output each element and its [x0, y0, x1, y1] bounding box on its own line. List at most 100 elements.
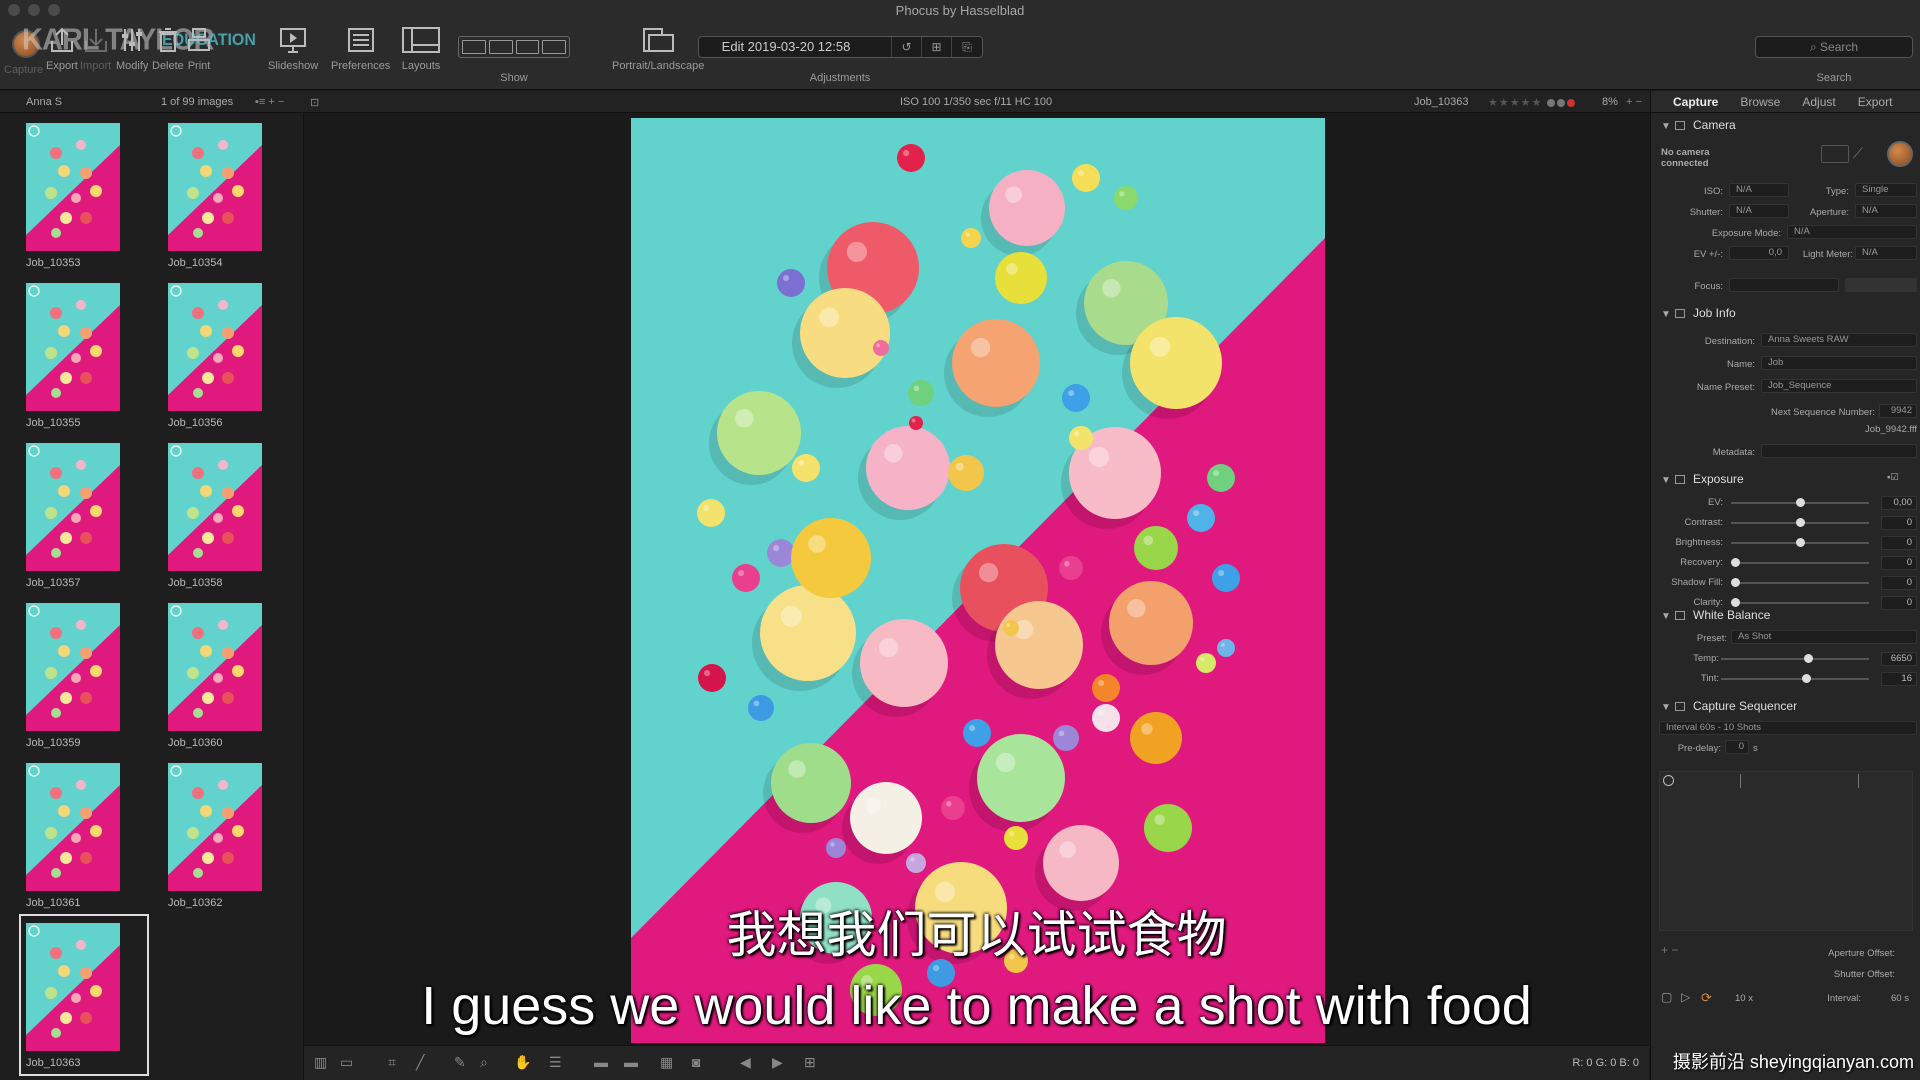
slider-value[interactable]: 0 [1881, 536, 1917, 550]
camera-section-header[interactable]: ▼ Camera [1651, 115, 1920, 135]
crop-tool-icon[interactable]: ⊡ [310, 96, 319, 109]
sequencer-stop-button[interactable]: ▢ [1661, 990, 1672, 1004]
add-remove-step-buttons[interactable]: + − [1661, 943, 1678, 957]
overlay-icon[interactable]: ◙ [692, 1054, 700, 1070]
light-meter-field[interactable]: N/A [1855, 246, 1917, 260]
adjust-slider[interactable] [1721, 654, 1869, 663]
sequencer-play-button[interactable]: ▷ [1681, 990, 1690, 1004]
focus-field[interactable] [1729, 278, 1839, 292]
thumbnail[interactable]: Job_10358 [162, 435, 290, 595]
search-input[interactable]: ⌕ Search [1755, 36, 1913, 58]
show-option-2[interactable] [488, 40, 513, 54]
focus-tool-icon[interactable]: ⟋ [1853, 145, 1877, 163]
slider-value[interactable]: 16 [1881, 672, 1917, 686]
timeline-start-marker[interactable] [1663, 775, 1674, 786]
exposure-enable-checkbox[interactable]: ▪☑ [1887, 472, 1913, 484]
slider-knob[interactable] [1731, 558, 1740, 567]
show-view-options[interactable] [458, 36, 570, 58]
previous-image-icon[interactable]: ◀ [740, 1054, 751, 1071]
adjust-slider[interactable] [1731, 578, 1869, 587]
next-image-icon[interactable]: ▶ [772, 1054, 783, 1071]
tab-adjust[interactable]: Adjust [1802, 95, 1835, 109]
name-preset-select[interactable]: Job_Sequence [1761, 379, 1917, 393]
type-field[interactable]: Single [1855, 183, 1917, 197]
name-field[interactable]: Job [1761, 356, 1917, 370]
show-option-3[interactable] [515, 40, 540, 54]
tab-export[interactable]: Export [1858, 95, 1893, 109]
adjust-slider[interactable] [1731, 558, 1869, 567]
interval-field[interactable]: 60 s [1891, 993, 1909, 1004]
focus-button[interactable] [1845, 278, 1917, 292]
slider-knob[interactable] [1795, 518, 1805, 527]
edit-adjustments-box[interactable]: Edit 2019-03-20 12:58 ↺ ⊞ ⎘ [698, 36, 983, 58]
slider-value[interactable]: 0 [1881, 516, 1917, 530]
capture-button-knob[interactable] [1887, 141, 1913, 167]
job-info-section-header[interactable]: ▼ Job Info [1651, 303, 1920, 323]
export-button[interactable]: Export [46, 26, 78, 72]
pencil-icon[interactable]: ✎ [454, 1054, 466, 1071]
shutter-field[interactable]: N/A [1729, 204, 1789, 218]
adjust-slider[interactable] [1731, 598, 1869, 607]
tab-capture[interactable]: Capture [1673, 95, 1718, 109]
sequencer-preset-select[interactable]: Interval 60s - 10 Shots [1659, 721, 1917, 735]
print-button[interactable]: Print [186, 26, 212, 72]
capture-sequencer-section-header[interactable]: ▼ Capture Sequencer [1651, 696, 1920, 716]
layouts-button[interactable]: Layouts [401, 26, 441, 72]
zoom-tool-icon[interactable]: ⌕ [480, 1054, 488, 1071]
preferences-button[interactable]: Preferences [331, 26, 390, 72]
portrait-landscape-button[interactable]: Portrait/Landscape [612, 26, 704, 72]
slideshow-button[interactable]: Slideshow [268, 26, 318, 72]
thumbnail[interactable]: Job_10360 [162, 595, 290, 755]
hand-tool-icon[interactable]: ✋ [514, 1054, 531, 1071]
list-icon[interactable]: ☰ [549, 1054, 562, 1071]
thumbnail[interactable]: Job_10356 [162, 275, 290, 435]
white-balance-section-header[interactable]: ▼ White Balance [1651, 605, 1920, 625]
shot-count[interactable]: 10 x [1735, 993, 1753, 1004]
filmstrip-icon[interactable]: ▬ [594, 1054, 608, 1070]
thumbnail[interactable]: Job_10357 [20, 435, 148, 595]
slider-value[interactable]: 0 [1881, 556, 1917, 570]
tab-browse[interactable]: Browse [1740, 95, 1780, 109]
exposure-mode-field[interactable]: N/A [1787, 225, 1917, 239]
thumbnail[interactable]: Job_10354 [162, 115, 290, 275]
thumbnail[interactable]: Job_10362 [162, 755, 290, 915]
thumbnail[interactable]: Job_10359 [20, 595, 148, 755]
adjust-slider[interactable] [1731, 538, 1869, 547]
thumbnail[interactable]: Job_10353 [20, 115, 148, 275]
slider-value[interactable]: 0 [1881, 576, 1917, 590]
compare-icon[interactable]: ⊞ [922, 37, 952, 57]
next-sequence-field[interactable]: 9942 [1879, 404, 1917, 418]
slider-knob[interactable] [1801, 674, 1811, 683]
sequencer-repeat-icon[interactable]: ⟳ [1701, 990, 1712, 1006]
undo-icon[interactable]: ↺ [892, 37, 922, 57]
show-option-1[interactable] [462, 40, 486, 54]
grid-icon[interactable]: ▦ [660, 1054, 673, 1071]
adjust-slider[interactable] [1721, 674, 1869, 683]
wb-preset-select[interactable]: As Shot [1731, 630, 1917, 644]
crop-icon[interactable]: ⌗ [388, 1054, 396, 1071]
compare-view-icon[interactable]: ⊞ [804, 1054, 816, 1071]
modify-button[interactable]: Modify [116, 26, 148, 72]
copy-adjustments-icon[interactable]: ⎘ [952, 37, 982, 57]
predelay-field[interactable]: 0 [1725, 740, 1749, 754]
thumbnail[interactable]: Job_10361 [20, 755, 148, 915]
full-view-icon[interactable]: ▭ [340, 1054, 353, 1071]
adjust-slider[interactable] [1731, 498, 1869, 507]
slider-value[interactable]: 0,00 [1881, 496, 1917, 510]
metadata-select[interactable] [1761, 444, 1917, 458]
destination-select[interactable]: Anna Sweets RAW [1761, 333, 1917, 347]
single-view-icon[interactable]: ▥ [314, 1054, 327, 1071]
show-option-4[interactable] [542, 40, 566, 54]
zoom-controls[interactable]: + − [1626, 96, 1642, 108]
slider-knob[interactable] [1795, 498, 1805, 507]
delete-button[interactable]: Delete [152, 26, 184, 72]
slider-knob[interactable] [1795, 538, 1805, 547]
slider-value[interactable]: 6650 [1881, 652, 1917, 666]
aperture-field[interactable]: N/A [1855, 204, 1917, 218]
adjust-slider[interactable] [1731, 518, 1869, 527]
ev-field[interactable]: 0,0 [1729, 246, 1789, 260]
slider-knob[interactable] [1804, 654, 1814, 663]
straighten-icon[interactable]: ╱ [416, 1054, 424, 1071]
sequencer-timeline[interactable] [1659, 771, 1913, 931]
iso-field[interactable]: N/A [1729, 183, 1789, 197]
